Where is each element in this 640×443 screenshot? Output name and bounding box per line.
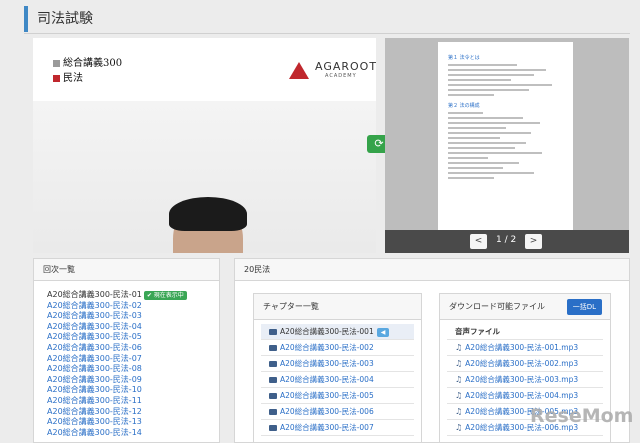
episode-label: A20総合講義300-民法-08 <box>47 364 142 374</box>
episode-label: A20総合講義300-民法-10 <box>47 385 142 395</box>
video-label-course-text: 総合講義300 <box>63 58 123 69</box>
chapter-list-panel: チャプター一覧 A20総合講義300-民法-001 ◀ A20総合講義300-民法-… <box>253 293 422 443</box>
divider <box>24 33 630 34</box>
episode-label: A20総合講義300-民法-05 <box>47 332 142 342</box>
music-note-icon: ♫ <box>455 343 463 352</box>
episode-item[interactable]: A20総合講義300-民法-01 ✔ 現在表示中 <box>47 290 219 301</box>
episode-item[interactable]: A20総合講義300-民法-11 <box>47 396 219 407</box>
episode-item[interactable]: A20総合講義300-民法-06 <box>47 343 219 354</box>
chapter-item[interactable]: A20総合講義300-民法-007 <box>261 420 414 436</box>
episode-label: A20総合講義300-民法-09 <box>47 374 142 384</box>
episode-label: A20総合講義300-民法-04 <box>47 321 142 331</box>
page-indicator: 1 / 2 <box>496 235 517 245</box>
chapter-label: A20総合講義300-民法-006 <box>280 407 374 416</box>
episode-label: A20総合講義300-民法-03 <box>47 311 142 321</box>
download-label: A20総合講義300-民法-002.mp3 <box>465 359 579 368</box>
download-item[interactable]: ♫ A20総合講義300-民法-003.mp3 <box>447 372 603 388</box>
chapter-item[interactable]: A20総合講義300-民法-002 <box>261 340 414 356</box>
download-item[interactable]: ♫ A20総合講義300-民法-001.mp3 <box>447 340 603 356</box>
episode-item[interactable]: A20総合講義300-民法-14 <box>47 428 219 439</box>
download-item[interactable]: ♫ A20総合講義300-民法-002.mp3 <box>447 356 603 372</box>
next-page-button[interactable]: > <box>525 234 542 249</box>
episode-item[interactable]: A20総合講義300-民法-05 <box>47 332 219 343</box>
logo-subtext: ACADEMY <box>325 73 357 79</box>
prev-page-button[interactable]: < <box>470 234 487 249</box>
document-page: 第１ 法令とは 第２ 法の構成 <box>438 42 573 230</box>
episode-item[interactable]: A20総合講義300-民法-04 <box>47 322 219 333</box>
episode-item[interactable]: A20総合講義300-民法-08 <box>47 364 219 375</box>
page-title: 司法試験 <box>24 6 624 32</box>
episode-label: A20総合講義300-民法-01 <box>47 290 142 299</box>
music-note-icon: ♫ <box>455 375 463 384</box>
doc-heading: 第２ 法の構成 <box>448 103 480 109</box>
film-icon <box>269 409 277 415</box>
film-icon <box>269 377 277 383</box>
film-icon <box>269 393 277 399</box>
chapter-list: A20総合講義300-民法-001 ◀ A20総合講義300-民法-002 A20総合… <box>254 320 421 436</box>
video-player[interactable]: 総合講義300 民法 AGAROOT ACADEMY <box>33 38 376 253</box>
video-label-subject-text: 民法 <box>63 73 83 84</box>
current-badge: ✔ 現在表示中 <box>143 291 187 300</box>
music-note-icon: ♫ <box>455 423 463 432</box>
download-label: A20総合講義300-民法-003.mp3 <box>465 375 579 384</box>
chapter-label: A20総合講義300-民法-001 <box>280 327 374 336</box>
chapter-item[interactable]: A20総合講義300-民法-006 <box>261 404 414 420</box>
film-icon <box>269 329 277 335</box>
episode-list-title: 回次一覧 <box>34 259 219 281</box>
episode-label: A20総合講義300-民法-14 <box>47 427 142 437</box>
download-label: A20総合講義300-民法-004.mp3 <box>465 391 579 400</box>
document-viewer[interactable]: 第１ 法令とは 第２ 法の構成 < 1 / 2 > <box>385 38 629 253</box>
film-icon <box>269 361 277 367</box>
now-playing-icon: ◀ <box>376 327 390 337</box>
chapter-label: A20総合講義300-民法-003 <box>280 359 374 368</box>
video-title-bar: 総合講義300 民法 AGAROOT ACADEMY <box>33 38 376 101</box>
video-frame <box>33 101 376 253</box>
download-item[interactable]: ♫ A20総合講義300-民法-004.mp3 <box>447 388 603 404</box>
detail-title: 20民法 <box>235 259 629 281</box>
film-icon <box>269 345 277 351</box>
episode-list-panel: 回次一覧 A20総合講義300-民法-01 ✔ 現在表示中 A20総合講義300-民… <box>33 258 220 443</box>
episode-label: A20総合講義300-民法-13 <box>47 417 142 427</box>
episode-list: A20総合講義300-民法-01 ✔ 現在表示中 A20総合講義300-民法-02 A… <box>34 281 219 438</box>
episode-item[interactable]: A20総合講義300-民法-09 <box>47 375 219 386</box>
episode-label: A20総合講義300-民法-06 <box>47 342 142 352</box>
doc-heading: 第１ 法令とは <box>448 55 480 61</box>
chapter-list-title: チャプター一覧 <box>254 294 421 320</box>
watermark: ReseMom <box>530 405 634 427</box>
episode-item[interactable]: A20総合講義300-民法-03 <box>47 311 219 322</box>
film-icon <box>269 425 277 431</box>
music-note-icon: ♫ <box>455 359 463 368</box>
music-note-icon: ♫ <box>455 391 463 400</box>
episode-item[interactable]: A20総合講義300-民法-07 <box>47 354 219 365</box>
video-label-course: 総合講義300 <box>53 54 122 69</box>
episode-label: A20総合講義300-民法-12 <box>47 406 142 416</box>
music-note-icon: ♫ <box>455 407 463 416</box>
chapter-label: A20総合講義300-民法-004 <box>280 375 374 384</box>
episode-item[interactable]: A20総合講義300-民法-02 <box>47 301 219 312</box>
chapter-label: A20総合講義300-民法-007 <box>280 423 374 432</box>
download-label: A20総合講義300-民法-001.mp3 <box>465 343 579 352</box>
audio-section-label: 音声ファイル <box>447 324 603 340</box>
pager-bar: < 1 / 2 > <box>385 230 629 253</box>
chapter-item[interactable]: A20総合講義300-民法-005 <box>261 388 414 404</box>
square-icon <box>53 75 60 82</box>
episode-label: A20総合講義300-民法-02 <box>47 300 142 310</box>
episode-label: A20総合講義300-民法-07 <box>47 353 142 363</box>
logo-text: AGAROOT <box>315 60 376 73</box>
triangle-logo-icon <box>289 62 309 79</box>
chapter-item[interactable]: A20総合講義300-民法-003 <box>261 356 414 372</box>
episode-item[interactable]: A20総合講義300-民法-13 <box>47 417 219 428</box>
video-label-subject: 民法 <box>53 69 83 84</box>
episode-label: A20総合講義300-民法-11 <box>47 395 142 405</box>
chapter-label: A20総合講義300-民法-002 <box>280 343 374 352</box>
bulk-download-button[interactable]: 一括DL <box>566 299 602 315</box>
chapter-item[interactable]: A20総合講義300-民法-004 <box>261 372 414 388</box>
chapter-item[interactable]: A20総合講義300-民法-001 ◀ <box>261 324 414 340</box>
chapter-label: A20総合講義300-民法-005 <box>280 391 374 400</box>
lecturer-image <box>103 197 323 253</box>
episode-item[interactable]: A20総合講義300-民法-12 <box>47 407 219 418</box>
square-icon <box>53 60 60 67</box>
episode-item[interactable]: A20総合講義300-民法-10 <box>47 385 219 396</box>
